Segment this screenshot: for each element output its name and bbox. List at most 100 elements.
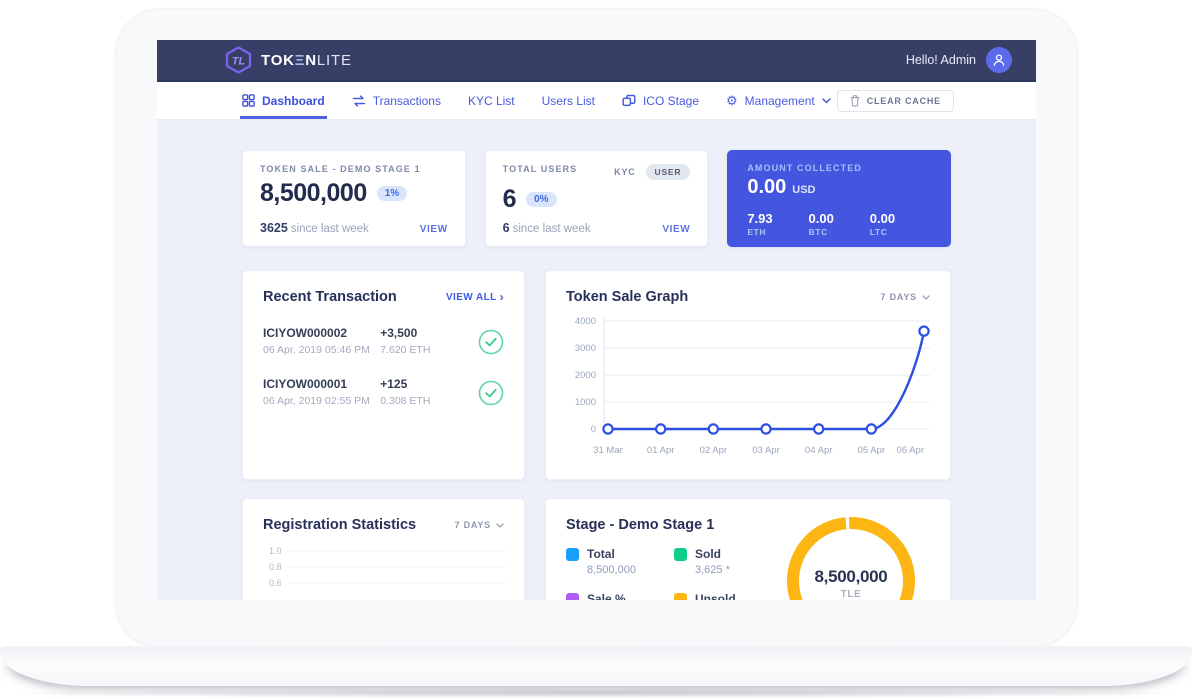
amount-collected-card: AMOUNT COLLECTED 0.00 USD 7.93 ETH 0.00 … xyxy=(727,150,951,247)
transaction-amount: +125 xyxy=(380,377,474,391)
svg-text:05 Apr: 05 Apr xyxy=(858,445,885,456)
transaction-eth: 0.308 ETH xyxy=(380,395,474,407)
transaction-id: ICIYOW000002 xyxy=(263,326,380,340)
token-sale-card: TOKEN SALE - DEMO STAGE 1 8,500,000 1% 3… xyxy=(242,150,466,247)
svg-text:04 Apr: 04 Apr xyxy=(805,445,832,456)
tab-users-list[interactable]: Users List xyxy=(542,82,595,119)
transaction-date: 06 Apr, 2019 02:55 PM xyxy=(263,395,380,407)
svg-text:31 Mar: 31 Mar xyxy=(593,445,623,456)
page: TL TOKΞNLITE Hello! Admin xyxy=(0,0,1192,699)
gear-icon: ⚙ xyxy=(726,94,738,107)
svg-text:06 Apr: 06 Apr xyxy=(897,445,924,456)
cube-icon xyxy=(622,94,636,107)
grid-icon xyxy=(242,94,255,107)
tab-transactions[interactable]: Transactions xyxy=(352,82,441,119)
gauge-token-unit: TLE xyxy=(776,589,926,600)
svg-text:01 Apr: 01 Apr xyxy=(647,445,674,456)
users-kyc-toggle: KYC USER xyxy=(614,164,690,180)
tab-label: Dashboard xyxy=(262,94,325,108)
legend-item-total: Total 8,500,000 xyxy=(566,547,674,576)
legend-swatch-sold xyxy=(674,548,687,561)
transaction-id: ICIYOW000001 xyxy=(263,377,380,391)
check-circle-icon xyxy=(478,329,504,355)
transaction-row: ICIYOW000001 06 Apr, 2019 02:55 PM +125 … xyxy=(263,377,504,407)
svg-text:0.8: 0.8 xyxy=(269,562,282,572)
svg-text:2000: 2000 xyxy=(575,370,596,381)
tab-label: Management xyxy=(745,94,815,108)
device-base xyxy=(0,646,1192,686)
greeting-text: Hello! Admin xyxy=(906,53,976,67)
app-screen: TL TOKΞNLITE Hello! Admin xyxy=(157,40,1036,600)
recent-transactions-title: Recent Transaction xyxy=(263,289,397,305)
registration-range-dropdown[interactable]: 7 DAYS xyxy=(455,520,505,530)
amount-collected-label: AMOUNT COLLECTED xyxy=(747,163,931,173)
total-users-label: TOTAL USERS xyxy=(503,164,578,174)
svg-text:1000: 1000 xyxy=(575,397,596,408)
brand[interactable]: TL TOKΞNLITE xyxy=(225,46,352,74)
stage-card: Stage - Demo Stage 1 Total 8,500,000 xyxy=(545,498,951,600)
chevron-down-icon xyxy=(822,98,831,104)
svg-text:4000: 4000 xyxy=(575,316,596,327)
transaction-date: 06 Apr, 2019 05:46 PM xyxy=(263,344,380,356)
token-graph-range-dropdown[interactable]: 7 DAYS xyxy=(881,292,931,302)
legend-swatch-unsold xyxy=(674,593,687,600)
clear-cache-label: CLEAR CACHE xyxy=(867,96,941,106)
check-circle-icon xyxy=(478,380,504,406)
caret-down-icon xyxy=(496,523,504,528)
transaction-row: ICIYOW000002 06 Apr, 2019 05:46 PM +3,50… xyxy=(263,326,504,356)
transaction-amount: +3,500 xyxy=(380,326,474,340)
kyc-toggle-option[interactable]: KYC xyxy=(614,167,635,177)
sub-navigation: Dashboard Transactions KYC List Users Li… xyxy=(157,82,1036,120)
svg-text:TL: TL xyxy=(232,56,246,68)
tab-kyc-list[interactable]: KYC List xyxy=(468,82,515,119)
clear-cache-button[interactable]: CLEAR CACHE xyxy=(837,90,954,112)
token-sale-view-link[interactable]: VIEW xyxy=(420,224,448,235)
device-shadow xyxy=(30,688,1162,698)
svg-text:02 Apr: 02 Apr xyxy=(700,445,727,456)
coin-btc: 0.00 BTC xyxy=(809,211,870,237)
registration-statistics-title: Registration Statistics xyxy=(263,517,416,533)
coin-eth: 7.93 ETH xyxy=(747,211,808,237)
dashboard-content: TOKEN SALE - DEMO STAGE 1 8,500,000 1% 3… xyxy=(157,120,1036,600)
trash-icon xyxy=(850,95,860,107)
person-icon xyxy=(992,53,1006,67)
svg-text:0: 0 xyxy=(591,424,596,435)
tokenlite-logo-icon: TL xyxy=(225,46,252,74)
total-users-change-badge: 0% xyxy=(526,192,556,207)
token-sale-label: TOKEN SALE - DEMO STAGE 1 xyxy=(260,164,448,174)
stage-gauge: 8,500,000 TLE xyxy=(776,511,926,600)
tab-label: Transactions xyxy=(373,94,441,108)
chevron-right-icon: › xyxy=(500,291,504,303)
view-all-link[interactable]: VIEW ALL› xyxy=(446,291,504,303)
swap-icon xyxy=(352,95,366,107)
stage-legend: Total 8,500,000 Sold 3,625 * xyxy=(566,547,786,600)
token-sale-value: 8,500,000 xyxy=(260,179,367,208)
gauge-total-value: 8,500,000 xyxy=(776,567,926,587)
tab-management[interactable]: ⚙ Management xyxy=(726,82,831,119)
coin-ltc: 0.00 LTC xyxy=(870,211,931,237)
user-avatar[interactable] xyxy=(986,47,1012,73)
tab-label: KYC List xyxy=(468,94,515,108)
caret-down-icon xyxy=(922,295,930,300)
svg-text:03 Apr: 03 Apr xyxy=(752,445,779,456)
svg-text:0.6: 0.6 xyxy=(269,578,282,588)
tab-dashboard[interactable]: Dashboard xyxy=(242,82,325,119)
registration-statistics-card: Registration Statistics 7 DAYS 1.0 0.8 0.6 xyxy=(242,498,525,600)
token-sale-graph-card: Token Sale Graph 7 DAYS 0100020003000400… xyxy=(545,270,951,480)
registration-statistics-chart: 1.0 0.8 0.6 xyxy=(263,539,506,600)
svg-text:1.0: 1.0 xyxy=(269,546,282,556)
tab-ico-stage[interactable]: ICO Stage xyxy=(622,82,699,119)
tab-label: ICO Stage xyxy=(643,94,699,108)
total-users-card: TOTAL USERS KYC USER 6 0% 6since last we… xyxy=(485,150,709,247)
total-users-delta: 6since last week xyxy=(503,221,591,235)
top-navbar: TL TOKΞNLITE Hello! Admin xyxy=(157,40,1036,82)
tab-label: Users List xyxy=(542,94,595,108)
user-toggle-option[interactable]: USER xyxy=(646,164,691,180)
total-users-view-link[interactable]: VIEW xyxy=(662,224,690,235)
token-sale-change-badge: 1% xyxy=(377,186,407,201)
amount-usd-unit: USD xyxy=(792,184,815,196)
legend-item-unsold: Unsold xyxy=(674,592,782,600)
amount-usd-value: 0.00 xyxy=(747,176,786,199)
token-sale-graph-title: Token Sale Graph xyxy=(566,289,688,305)
token-sale-line-chart: 0100020003000400031 Mar01 Apr02 Apr03 Ap… xyxy=(566,311,932,461)
